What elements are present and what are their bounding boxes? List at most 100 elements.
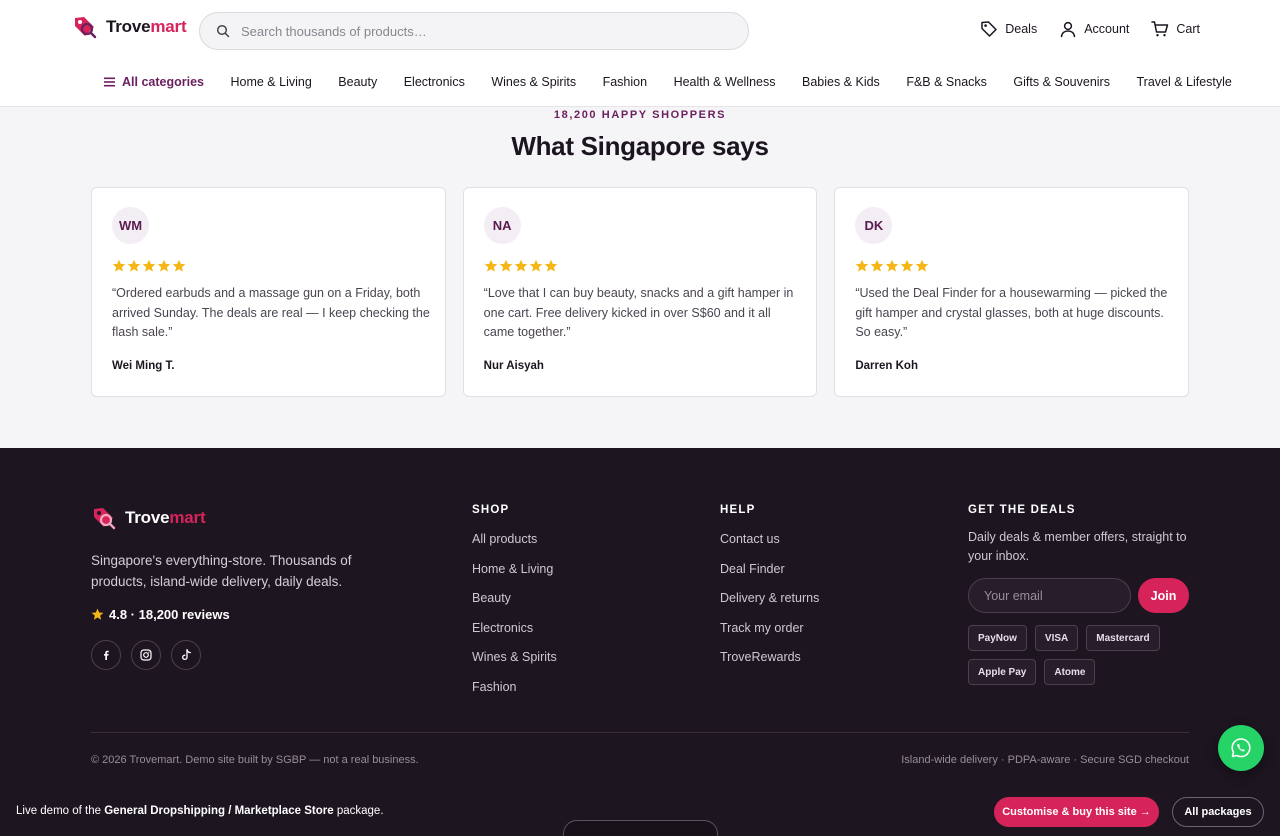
footer-link-deal-finder[interactable]: Deal Finder (720, 561, 819, 591)
category-babies-kids[interactable]: Babies & Kids (802, 75, 880, 89)
category-fashion[interactable]: Fashion (603, 75, 647, 89)
newsletter-form: Join (968, 578, 1193, 613)
star-icon (514, 259, 527, 272)
star-icon (127, 259, 141, 272)
customise-buy-button[interactable]: Customise & buy this site → (994, 797, 1159, 827)
category-travel-lifestyle[interactable]: Travel & Lifestyle (1136, 75, 1231, 89)
join-button[interactable]: Join (1138, 578, 1189, 613)
header-actions: Deals Account Cart (980, 20, 1200, 38)
payment-badge: VISA (1034, 625, 1079, 651)
payment-badge: Atome (1044, 659, 1096, 685)
category-gifts-souvenirs[interactable]: Gifts & Souvenirs (1013, 75, 1110, 89)
review-quote: “Love that I can buy beauty, snacks and … (483, 286, 794, 339)
category-electronics[interactable]: Electronics (404, 75, 465, 89)
payment-badge: PayNow (968, 625, 1027, 651)
payment-badge: Apple Pay (968, 659, 1037, 685)
footer-deals-title: GET THE DEALS (968, 504, 1076, 516)
facebook-link[interactable] (91, 640, 121, 670)
search-icon (216, 24, 230, 38)
star-icon (112, 259, 126, 272)
footer-link-home-living[interactable]: Home & Living (472, 561, 557, 591)
site-footer: Trovemart Singapore's everything-store. … (0, 448, 1280, 836)
footer-link-beauty[interactable]: Beauty (472, 590, 557, 620)
category-beauty[interactable]: Beauty (338, 75, 377, 89)
all-categories-button[interactable]: All categories (104, 75, 204, 89)
account-link[interactable]: Account (1059, 20, 1129, 38)
tiktok-icon (181, 649, 191, 661)
footer-link-contact[interactable]: Contact us (720, 531, 819, 561)
footer-link-all-products[interactable]: All products (472, 531, 557, 561)
instagram-link[interactable] (131, 640, 161, 670)
price-tag-search-icon (94, 508, 116, 530)
instagram-icon (140, 649, 152, 661)
star-icon (172, 259, 186, 272)
facebook-icon (104, 650, 109, 660)
footer-deals-column: GET THE DEALS Daily deals & member offer… (968, 504, 1193, 685)
logo-text: Trovemart (125, 508, 206, 527)
star-icon (856, 259, 869, 272)
footer-trust-line: Island-wide delivery · PDPA-aware · Secu… (901, 754, 1189, 766)
reviews-section: 18,200 HAPPY SHOPPERS What Singapore say… (0, 107, 1280, 448)
star-rating (112, 259, 186, 273)
avatar: WM (112, 207, 149, 244)
star-icon (529, 259, 542, 272)
review-quote: “Used the Deal Finder for a housewarming… (855, 286, 1168, 339)
star-icon (499, 259, 512, 272)
category-wines-spirits[interactable]: Wines & Spirits (491, 75, 576, 89)
star-icon (886, 259, 899, 272)
star-icon (157, 259, 171, 272)
review-author: Wei Ming T. (112, 360, 175, 372)
review-cards: WM “Ordered earbuds and a massage gun on… (91, 187, 1190, 397)
review-author: Darren Koh (855, 360, 918, 372)
price-tag-search-icon (75, 17, 97, 39)
footer-link-fashion[interactable]: Fashion (472, 679, 557, 709)
whatsapp-icon (1231, 738, 1251, 758)
email-field[interactable] (984, 588, 1124, 603)
bottom-dock[interactable] (563, 820, 718, 836)
footer-help-column: HELP Contact us Deal Finder Delivery & r… (720, 504, 819, 679)
star-icon (484, 259, 497, 272)
review-card: WM “Ordered earbuds and a massage gun on… (91, 187, 446, 397)
all-packages-button[interactable]: All packages (1172, 797, 1264, 827)
footer-link-troverewards[interactable]: TroveRewards (720, 649, 819, 679)
review-quote: “Ordered earbuds and a massage gun on a … (112, 286, 430, 339)
cart-link[interactable]: Cart (1151, 20, 1200, 38)
avatar: NA (483, 207, 521, 244)
whatsapp-button[interactable] (1218, 725, 1264, 771)
category-fnb-snacks[interactable]: F&B & Snacks (906, 75, 987, 89)
reviews-title: What Singapore says (511, 131, 769, 161)
star-rating (855, 259, 929, 273)
site-header: Trovemart Deals Accoun (0, 0, 1280, 107)
payment-methods-row: Apple Pay Atome (968, 659, 1193, 685)
footer-link-delivery-returns[interactable]: Delivery & returns (720, 590, 819, 620)
footer-shop-column: SHOP All products Home & Living Beauty E… (472, 504, 557, 708)
star-icon (142, 259, 156, 272)
social-links (91, 640, 201, 670)
footer-logo[interactable]: Trovemart (91, 505, 206, 531)
search-input[interactable] (241, 23, 721, 39)
payment-methods-row: PayNow VISA Mastercard (968, 625, 1193, 651)
category-health-wellness[interactable]: Health & Wellness (674, 75, 776, 89)
footer-link-wines-spirits[interactable]: Wines & Spirits (472, 649, 557, 679)
avatar: DK (855, 207, 893, 244)
footer-link-electronics[interactable]: Electronics (472, 620, 557, 650)
footer-link-track-order[interactable]: Track my order (720, 620, 819, 650)
star-icon (916, 259, 929, 272)
reviews-eyebrow: 18,200 HAPPY SHOPPERS (553, 109, 727, 121)
deals-link[interactable]: Deals (980, 20, 1037, 38)
tiktok-link[interactable] (171, 640, 201, 670)
copyright: © 2026 Trovemart. Demo site built by SGB… (91, 754, 419, 766)
review-author: Nur Aisyah (483, 360, 544, 372)
tag-icon (981, 21, 997, 37)
search-bar (199, 12, 749, 50)
footer-shop-title: SHOP (472, 504, 510, 516)
category-home-living[interactable]: Home & Living (230, 75, 311, 89)
logo-text: Trovemart (106, 17, 187, 36)
logo[interactable]: Trovemart (72, 14, 187, 40)
category-nav: All categories Home & Living Beauty Elec… (0, 62, 1280, 102)
menu-icon (104, 77, 115, 87)
footer-divider (91, 732, 1189, 733)
email-field-wrapper (968, 578, 1131, 613)
header-top-row: Trovemart Deals Accoun (0, 0, 1280, 62)
user-icon (1060, 21, 1076, 38)
